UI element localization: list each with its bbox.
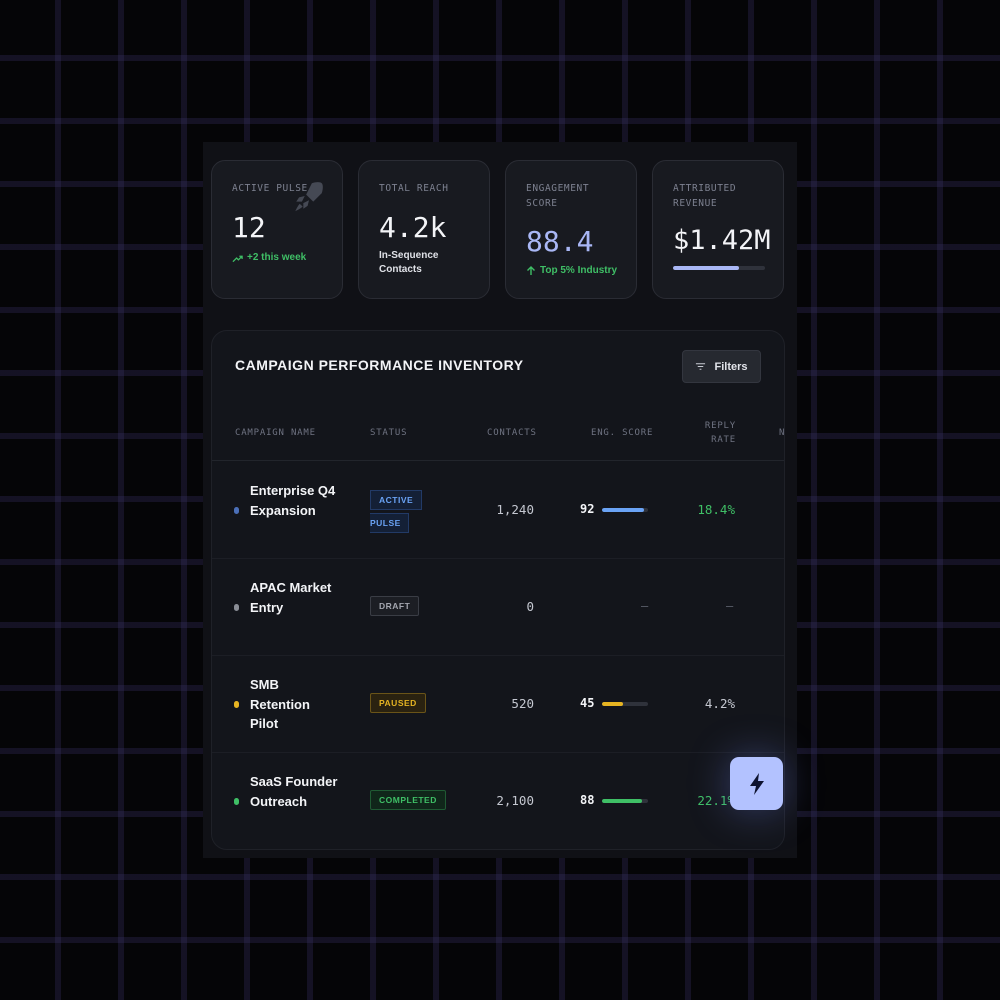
column-header-reply-rate[interactable]: REPLY RATE [698,419,736,447]
table-header: CAMPAIGN NAME STATUS CONTACTS ENG. SCORE… [212,403,784,461]
stat-label: ENGAGEMENT SCORE [526,183,590,209]
status-badge: PAUSED [370,693,426,713]
stat-card-attributed-revenue: ATTRIBUTED REVENUE $1.42M [652,160,784,299]
reply-rate-value: — [726,599,734,613]
reply-rate-value: 4.2% [704,696,735,711]
status-dot [234,798,239,805]
stat-value: 4.2k [379,211,447,244]
contacts-value: 520 [511,696,534,711]
stat-value: $1.42M [673,225,771,256]
stat-sub-text: Top 5% Industry [540,265,618,276]
score-value: 88 [580,793,595,807]
contacts-value: 2,100 [496,793,534,808]
campaign-name[interactable]: SMB Retention Pilot [250,675,340,734]
filters-label: Filters [714,360,748,373]
column-header-contacts[interactable]: CONTACTS [487,426,537,440]
status-badge: COMPLETED [370,790,446,810]
campaign-name[interactable]: APAC Market Entry [250,578,340,617]
score-bar-fill [602,508,645,512]
table-row[interactable]: APAC Market Entry DRAFT 0 — — [212,559,784,656]
column-header-status[interactable]: STATUS [370,426,407,440]
rocket-icon [295,182,323,212]
campaign-name[interactable]: SaaS Founder Outreach [250,772,340,811]
score-bar [602,508,648,512]
column-header-eng-score[interactable]: ENG. SCORE [591,426,653,440]
revenue-progress-fill [673,266,740,270]
score-bar-fill [602,702,623,706]
status-dot [234,604,239,611]
score-value: — [641,599,649,613]
status-badge: DRAFT [370,596,420,616]
score-bar-fill [602,799,643,803]
trend-up-icon [232,255,243,262]
score-bar [602,799,648,803]
campaign-table-card: CAMPAIGN PERFORMANCE INVENTORY Filters C… [211,330,785,850]
stat-card-total-reach: TOTAL REACH 4.2k In-Sequence Contacts [358,160,490,299]
column-header-next[interactable]: N [779,426,784,440]
status-badge: ACTIVE PULSE [370,490,423,533]
stat-value: 88.4 [526,225,594,258]
stat-sub-text: +2 this week [247,252,307,263]
stat-label: TOTAL REACH [379,183,449,194]
revenue-progress-bar [673,266,765,270]
stat-sub: In-Sequence Contacts [379,250,439,275]
stat-sub: Top 5% Industry [526,264,617,278]
stat-label: ATTRIBUTED REVENUE [673,183,737,209]
campaign-name[interactable]: Enterprise Q4 Expansion [250,481,340,520]
stat-sub: +2 this week [232,251,306,265]
table-row[interactable]: Enterprise Q4 Expansion ACTIVE PULSE 1,2… [212,462,784,559]
score-value: 45 [580,696,595,710]
stat-value: 12 [232,211,266,244]
score-value: 92 [580,502,595,516]
filter-icon [696,363,706,370]
status-badge-line2: PULSE [370,513,409,533]
lightning-icon [749,772,764,795]
contacts-value: 0 [526,599,534,614]
table-row[interactable]: SMB Retention Pilot PAUSED 520 45 4.2% [212,656,784,753]
contacts-value: 1,240 [496,502,534,517]
dashboard-panel: ACTIVE PULSE 12 +2 this week TOTAL REACH… [203,142,797,858]
stat-card-engagement-score: ENGAGEMENT SCORE 88.4 Top 5% Industry [505,160,637,299]
quick-action-button[interactable] [730,757,783,810]
stat-card-active-pulse: ACTIVE PULSE 12 +2 this week [211,160,343,299]
status-dot [234,507,239,514]
status-dot [234,701,239,708]
column-header-campaign-name[interactable]: CAMPAIGN NAME [235,426,316,440]
filters-button[interactable]: Filters [682,350,761,383]
status-badge-line1: ACTIVE [370,490,423,510]
reply-rate-value: 18.4% [697,502,735,517]
arrow-up-icon [527,266,535,275]
table-title: CAMPAIGN PERFORMANCE INVENTORY [235,357,524,373]
score-bar [602,702,648,706]
table-row[interactable]: SaaS Founder Outreach COMPLETED 2,100 88… [212,753,784,849]
